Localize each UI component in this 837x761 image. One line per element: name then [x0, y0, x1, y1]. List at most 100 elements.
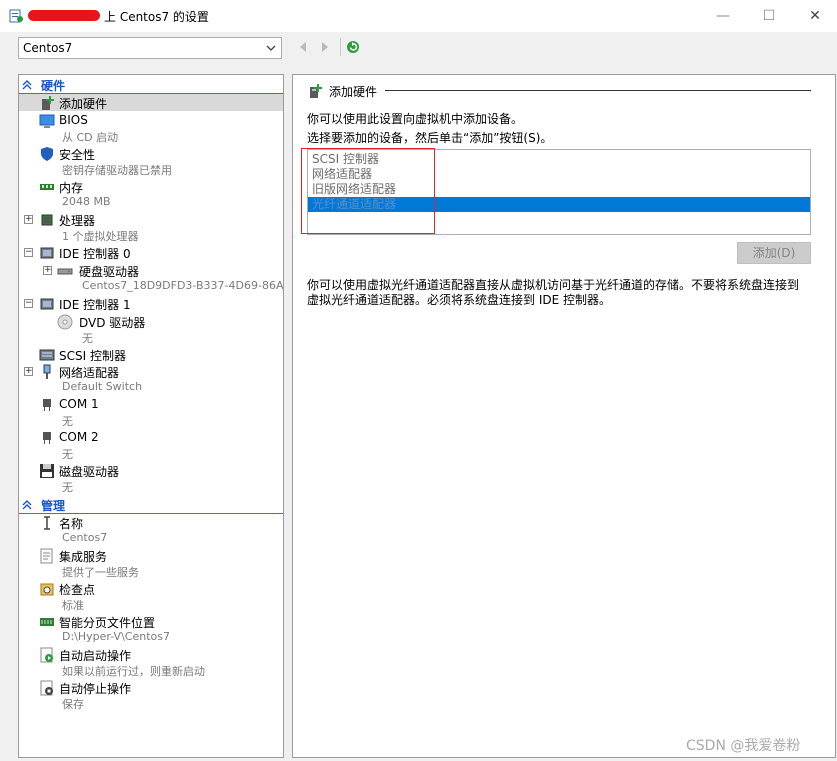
integration-services-icon	[40, 548, 53, 564]
tree-item-hw-4[interactable]: + 处理器 1 个虚拟处理器	[19, 211, 283, 244]
chevron-down-icon	[266, 45, 276, 51]
tree-item-hw-0[interactable]: 添加硬件	[19, 94, 283, 111]
tree-item-mg-1[interactable]: 集成服务 提供了一些服务	[19, 547, 283, 580]
tree-item-label: COM 2	[59, 430, 99, 444]
tree-item-label: 智能分页文件位置	[59, 616, 156, 630]
expand-toggle-icon[interactable]: +	[24, 367, 33, 376]
paging-file-icon	[40, 618, 54, 626]
tree-item-hw-13[interactable]: 磁盘驱动器无	[19, 462, 283, 495]
add-hardware-pane: 添加硬件 你可以使用此设置向虚拟机中添加设备。 选择要添加的设备，然后单击“添加…	[292, 74, 836, 758]
watermark: CSDN @我爱卷粉	[686, 738, 801, 754]
scsi-controller-icon	[39, 349, 55, 361]
tree-item-hw-3[interactable]: 内存 2048 MB	[19, 178, 283, 211]
tree-item-detail: 无	[62, 415, 73, 428]
floppy-icon	[40, 464, 54, 478]
dvd-icon	[57, 314, 73, 330]
tree-item-hw-5[interactable]: − IDE 控制器 0	[19, 244, 283, 261]
add-button[interactable]: 添加(D)	[737, 242, 811, 264]
processor-icon	[41, 214, 53, 226]
tree-item-hw-2[interactable]: 安全性 密钥存储驱动器已禁用	[19, 145, 283, 178]
tree-item-label: 自动停止操作	[59, 682, 132, 696]
checkpoint-icon	[40, 583, 54, 596]
tree-item-detail: Default Switch	[62, 380, 143, 393]
tree-item-mg-5[interactable]: 自动停止操作 保存	[19, 679, 283, 712]
tree-item-label: SCSI 控制器	[59, 349, 126, 363]
header-divider	[385, 90, 811, 91]
add-hardware-icon	[310, 84, 322, 98]
tree-item-hw-8[interactable]: DVD 驱动器无	[19, 313, 283, 346]
add-hardware-icon	[42, 96, 54, 110]
com-port-icon	[43, 432, 51, 444]
auto-stop-icon	[40, 680, 53, 696]
memory-icon	[40, 184, 54, 190]
tree-item-label: 处理器	[59, 214, 96, 228]
tree-item-hw-10[interactable]: + 网络适配器 Default Switch	[19, 363, 283, 396]
title-bar: 上 Centos7 的设置 — ☐ ✕	[0, 0, 837, 32]
tree-item-detail: 2048 MB	[62, 195, 111, 208]
intro-text: 你可以使用此设置向虚拟机中添加设备。	[307, 112, 524, 126]
tree-item-label: IDE 控制器 0	[59, 247, 131, 261]
vm-select[interactable]: Centos7	[18, 37, 282, 59]
tree-item-detail: 无	[62, 481, 73, 494]
tree-item-detail: 从 CD 启动	[62, 131, 119, 144]
tree-item-label: BIOS	[59, 113, 88, 127]
tree-item-label: 名称	[59, 517, 84, 531]
tree-item-hw-9[interactable]: SCSI 控制器	[19, 346, 283, 363]
highlight-annotation	[301, 148, 435, 234]
tree-item-detail: 无	[82, 332, 93, 345]
tree-item-detail: 提供了一些服务	[62, 566, 139, 579]
close-button[interactable]: ✕	[792, 0, 837, 32]
refresh-icon[interactable]	[346, 40, 360, 54]
tree-item-label: 检查点	[59, 583, 96, 597]
tree-item-detail: Centos7	[62, 531, 108, 544]
maximize-button[interactable]: ☐	[746, 0, 792, 32]
collapse-toggle-icon[interactable]: −	[24, 299, 33, 308]
ide-controller-icon	[40, 298, 54, 310]
tree-item-hw-7[interactable]: − IDE 控制器 1	[19, 295, 283, 312]
tree-item-label: 添加硬件	[59, 97, 108, 111]
tree-item-label: 硬盘驱动器	[79, 265, 140, 279]
tree-item-mg-2[interactable]: 检查点 标准	[19, 580, 283, 613]
hardware-section-label: 硬件	[41, 79, 66, 93]
forward-arrow-icon[interactable]	[318, 40, 332, 54]
tree-item-detail: 密钥存储驱动器已禁用	[62, 164, 172, 177]
collapse-toggle-icon[interactable]: −	[24, 248, 33, 257]
tree-item-mg-0[interactable]: 名称 Centos7	[19, 514, 283, 547]
tree-item-detail: Centos7_18D9DFD3-B337-4D69-86AA...	[82, 279, 284, 292]
collapse-chevron-icon	[22, 80, 32, 90]
tree-item-label: DVD 驱动器	[79, 316, 146, 330]
tree-item-hw-6[interactable]: + 硬盘驱动器 Centos7_18D9DFD3-B337-4D69-86AA...	[19, 262, 283, 295]
network-adapter-icon	[43, 364, 51, 379]
management-section-label: 管理	[41, 499, 66, 513]
settings-tree: 硬件 添加硬件 BIOS 从 CD 启动 安全性 密钥存储驱动器已禁用 内存 2048 MB…	[18, 74, 284, 758]
window-title: 上 Centos7 的设置	[104, 10, 209, 24]
back-arrow-icon[interactable]	[296, 40, 310, 54]
tree-item-label: 内存	[59, 181, 84, 195]
management-section-header[interactable]: 管理	[19, 497, 283, 514]
device-description: 你可以使用虚拟光纤通道适配器直接从虚拟机访问基于光纤通道的存储。不要将系统盘连接…	[307, 278, 800, 307]
tree-item-detail: 保存	[62, 698, 84, 711]
expand-toggle-icon[interactable]: +	[43, 266, 52, 275]
settings-app-icon	[9, 9, 23, 23]
shield-icon	[41, 147, 53, 161]
tree-item-label: COM 1	[59, 397, 99, 411]
ide-controller-icon	[40, 247, 54, 259]
auto-start-icon	[40, 647, 53, 663]
collapse-chevron-icon	[22, 500, 32, 510]
tree-item-detail: D:\Hyper-V\Centos7	[62, 630, 170, 643]
minimize-button[interactable]: —	[700, 0, 746, 32]
tree-item-hw-1[interactable]: BIOS 从 CD 启动	[19, 112, 283, 145]
tree-item-hw-11[interactable]: COM 1 无	[19, 396, 283, 429]
tree-item-detail: 标准	[62, 599, 84, 612]
choose-device-label: 选择要添加的设备，然后单击“添加”按钮(S)。	[307, 131, 553, 145]
expand-toggle-icon[interactable]: +	[24, 215, 33, 224]
tree-item-hw-12[interactable]: COM 2 无	[19, 429, 283, 462]
toolbar-divider	[340, 38, 341, 56]
tree-item-label: IDE 控制器 1	[59, 298, 131, 312]
pane-header: 添加硬件	[329, 85, 378, 99]
tree-item-label: 磁盘驱动器	[59, 465, 120, 479]
hard-drive-icon	[57, 268, 73, 275]
tree-item-mg-4[interactable]: 自动启动操作 如果以前运行过，则重新启动	[19, 646, 283, 679]
hardware-section-header[interactable]: 硬件	[19, 77, 283, 94]
tree-item-mg-3[interactable]: 智能分页文件位置 D:\Hyper-V\Centos7	[19, 613, 283, 646]
